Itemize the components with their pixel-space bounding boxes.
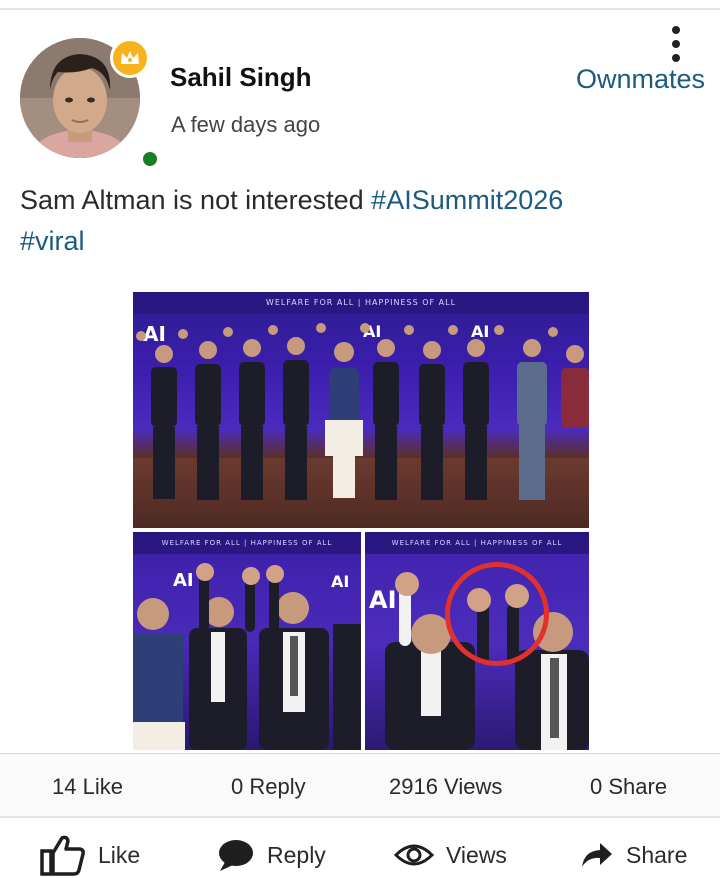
share-button[interactable]: Share	[580, 832, 687, 878]
more-vertical-icon	[672, 26, 680, 34]
reply-count[interactable]: 0 Reply	[231, 774, 306, 800]
post-image[interactable]: WELFARE FOR ALL | HAPPINESS OF ALL AI AI…	[133, 292, 589, 750]
views-button[interactable]: Views	[394, 832, 507, 878]
more-options-button[interactable]	[662, 24, 690, 64]
reply-button[interactable]: Reply	[217, 832, 326, 878]
photo-panel-closeup-left: WELFARE FOR ALL | HAPPINESS OF ALL AI AI	[133, 532, 361, 750]
like-button[interactable]: Like	[40, 832, 140, 878]
view-count: 2916 Views	[389, 774, 503, 799]
post-text: Sam Altman is not interested	[20, 185, 372, 215]
stats-row: 14 Like 0 Reply 2916 Views 0 Share	[0, 754, 720, 816]
community-link[interactable]: Ownmates	[576, 64, 705, 95]
share-arrow-icon	[582, 843, 612, 867]
eye-icon	[394, 844, 434, 866]
hashtag-link[interactable]: #viral	[20, 226, 85, 256]
comment-icon	[219, 840, 253, 871]
more-dot	[672, 54, 680, 62]
stats-divider-bottom	[0, 816, 720, 818]
views-label: Views	[446, 841, 507, 868]
crown-icon	[121, 51, 139, 64]
post-body: Sam Altman is not interested #AISummit20…	[20, 180, 620, 262]
share-label: Share	[626, 841, 688, 868]
closeup-figures	[133, 563, 361, 750]
post-timestamp: A few days ago	[171, 112, 321, 137]
hashtag-link[interactable]: #AISummit2026	[371, 185, 563, 215]
share-count[interactable]: 0 Share	[590, 774, 667, 800]
like-count[interactable]: 14 Like	[52, 774, 123, 800]
author-name[interactable]: Sahil Singh	[170, 62, 312, 93]
highlight-circle	[445, 562, 549, 666]
more-dot	[672, 40, 680, 48]
reply-label: Reply	[267, 841, 326, 868]
like-label: Like	[98, 841, 141, 868]
online-status-dot	[140, 149, 160, 169]
photo-panel-group: WELFARE FOR ALL | HAPPINESS OF ALL AI AI…	[133, 292, 589, 528]
crown-badge	[110, 38, 150, 78]
thumbs-up-icon	[40, 835, 85, 876]
top-divider	[0, 8, 720, 10]
photo-panel-closeup-right: WELFARE FOR ALL | HAPPINESS OF ALL AI	[365, 532, 589, 750]
author-avatar-group[interactable]	[20, 38, 160, 169]
group-figures	[136, 323, 589, 500]
